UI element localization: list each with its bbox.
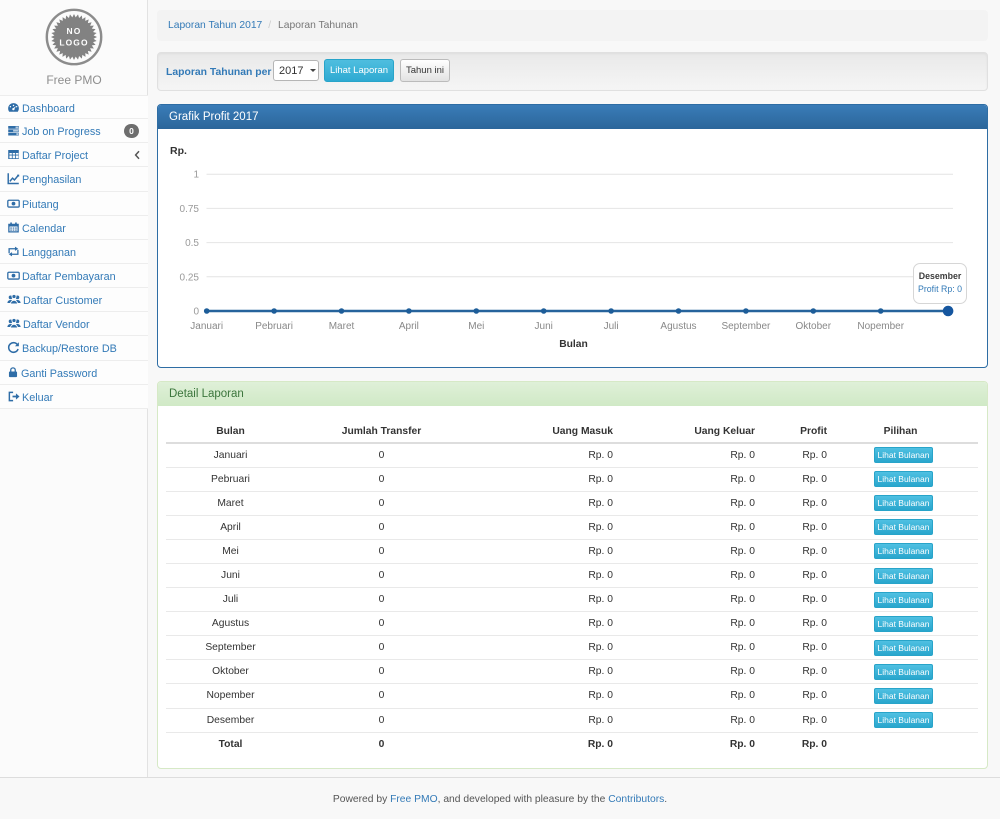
- svg-text:0.25: 0.25: [180, 272, 200, 283]
- svg-text:Juli: Juli: [604, 321, 619, 332]
- svg-text:0: 0: [193, 307, 199, 318]
- svg-text:Nopember: Nopember: [857, 321, 904, 332]
- svg-text:Pebruari: Pebruari: [255, 321, 293, 332]
- svg-text:1: 1: [193, 170, 199, 181]
- svg-text:0.5: 0.5: [185, 238, 199, 249]
- svg-text:0.75: 0.75: [180, 204, 200, 215]
- svg-text:LOGO: LOGO: [59, 37, 88, 47]
- svg-text:Oktober: Oktober: [796, 321, 832, 332]
- svg-text:Januari: Januari: [190, 321, 223, 332]
- svg-text:Maret: Maret: [329, 321, 355, 332]
- svg-text:Agustus: Agustus: [660, 321, 696, 332]
- svg-text:NO: NO: [67, 26, 82, 36]
- svg-text:April: April: [399, 321, 419, 332]
- svg-text:Mei: Mei: [468, 321, 484, 332]
- svg-text:Juni: Juni: [535, 321, 553, 332]
- svg-text:September: September: [721, 321, 771, 332]
